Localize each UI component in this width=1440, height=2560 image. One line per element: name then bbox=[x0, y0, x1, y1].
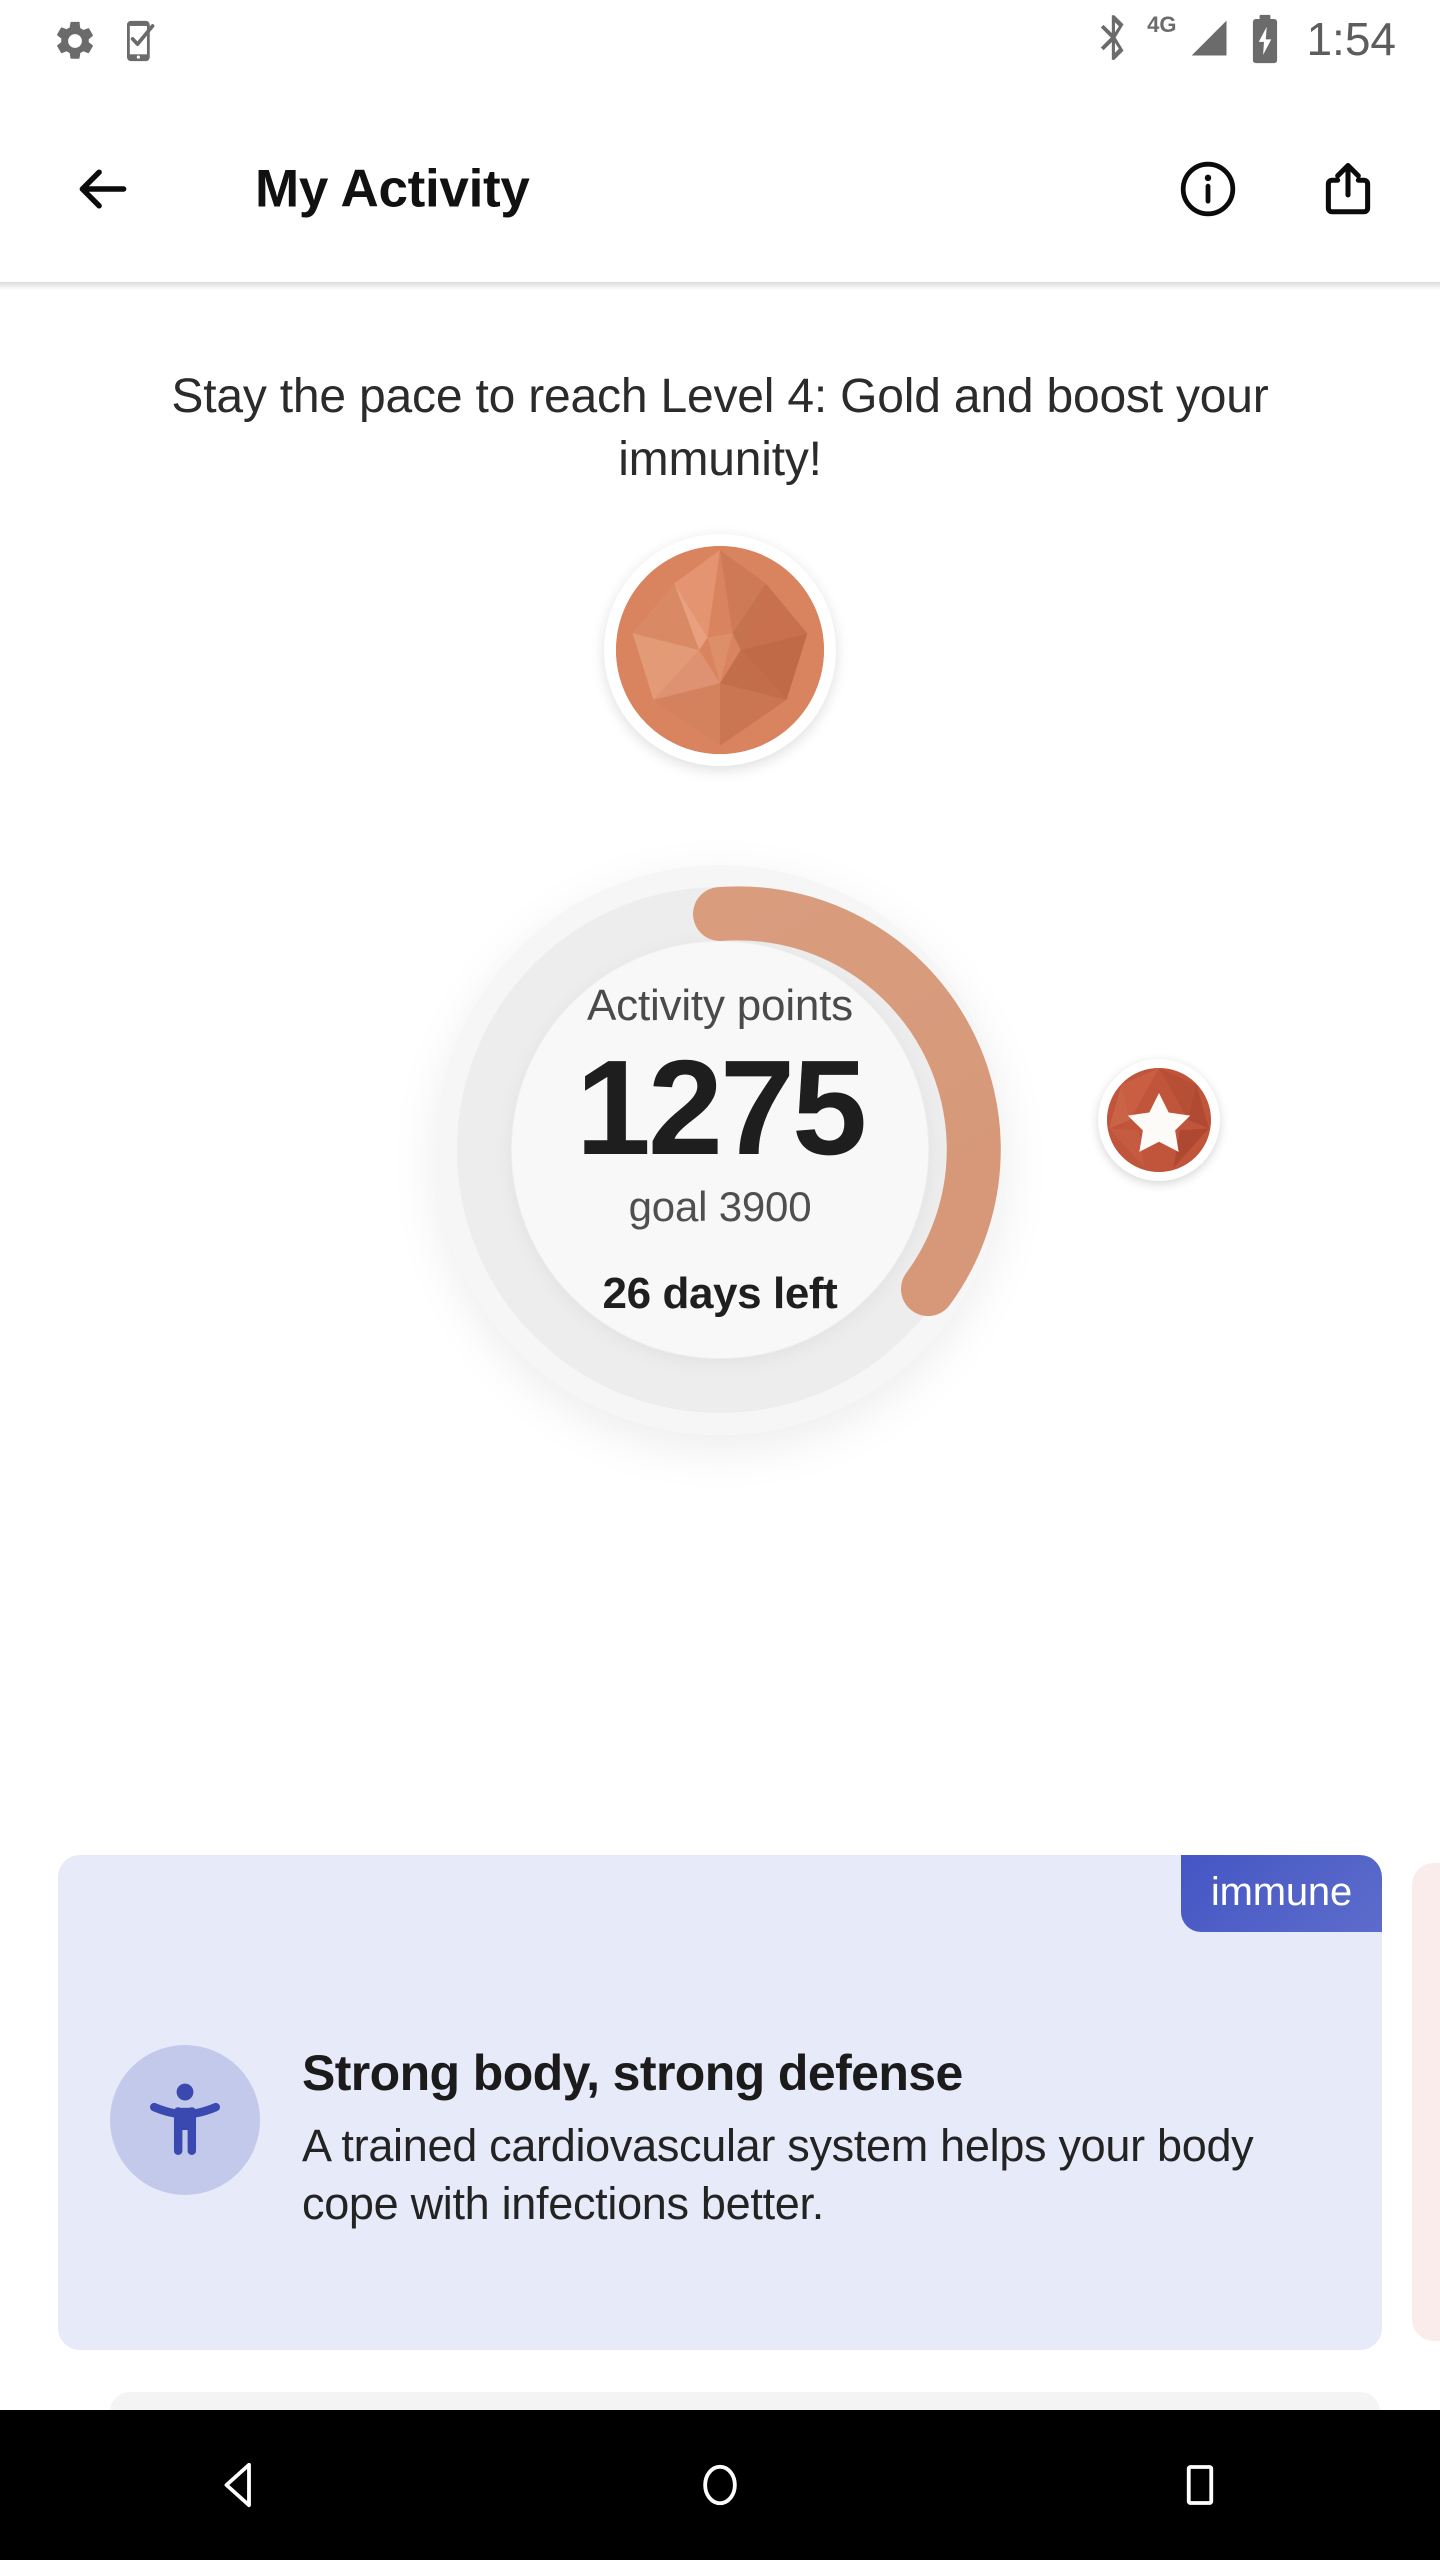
status-bar-left-icons bbox=[52, 18, 162, 64]
share-icon bbox=[1325, 162, 1371, 214]
activity-progress-ring[interactable]: Activity points 1275 goal 3900 26 days l… bbox=[0, 534, 1440, 1760]
motivational-headline: Stay the pace to reach Level 4: Gold and… bbox=[171, 370, 1269, 487]
level-gem-badge[interactable] bbox=[604, 534, 836, 766]
back-arrow-icon bbox=[79, 168, 127, 209]
status-bar-right-icons: 4G 1:54 bbox=[1093, 12, 1396, 65]
insight-card-immune[interactable]: immune Strong body, strong defense A tra… bbox=[58, 1855, 1382, 2350]
nav-home-icon bbox=[703, 2464, 737, 2506]
accessibility-person-icon bbox=[149, 2083, 221, 2156]
app-bar-divider bbox=[0, 282, 1440, 290]
status-badge: immune bbox=[1180, 1855, 1382, 1933]
share-button[interactable] bbox=[1308, 149, 1388, 229]
settings-gear-icon bbox=[57, 21, 93, 59]
info-button[interactable] bbox=[1168, 149, 1248, 229]
gem-icon bbox=[616, 546, 824, 754]
card-icon-wrap bbox=[110, 2045, 260, 2195]
phone-check-icon bbox=[127, 20, 155, 62]
nav-back-button[interactable] bbox=[165, 2410, 315, 2560]
nav-recents-icon bbox=[1186, 2465, 1214, 2505]
android-nav-bar[interactable] bbox=[0, 2410, 1440, 2560]
nav-recents-button[interactable] bbox=[1125, 2410, 1275, 2560]
signal-4g-icon bbox=[1192, 20, 1227, 56]
status-bar: 4G 1:54 bbox=[0, 0, 1440, 95]
bluetooth-icon bbox=[1100, 15, 1124, 60]
status-bar-clock: 1:54 bbox=[1306, 13, 1396, 65]
nav-back-icon bbox=[224, 2462, 251, 2508]
back-button[interactable] bbox=[58, 144, 148, 234]
insight-card-next-peek[interactable] bbox=[1412, 1863, 1440, 2341]
milestone-star-badge[interactable] bbox=[1098, 1059, 1220, 1181]
nav-home-button[interactable] bbox=[645, 2410, 795, 2560]
card-description: A trained cardiovascular system helps yo… bbox=[302, 2120, 1254, 2229]
star-icon bbox=[1107, 1068, 1211, 1172]
network-type-label: 4G bbox=[1147, 12, 1177, 37]
card-title: Strong body, strong defense bbox=[302, 2045, 963, 2101]
insight-cards-carousel[interactable]: immune Strong body, strong defense A tra… bbox=[0, 1855, 1440, 2355]
battery-charging-icon bbox=[1253, 14, 1278, 64]
app-bar: My Activity bbox=[0, 95, 1440, 282]
page-title: My Activity bbox=[255, 159, 530, 218]
info-icon bbox=[1180, 161, 1236, 216]
